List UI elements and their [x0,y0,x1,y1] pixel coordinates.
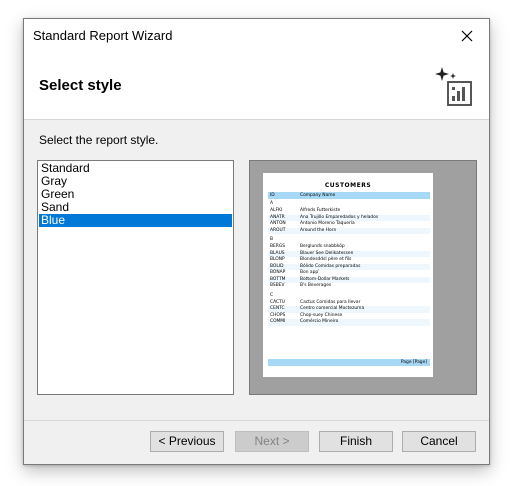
report-cell-name: Around the Horn [300,227,337,233]
window-title: Standard Report Wizard [33,28,173,43]
style-preview: CUSTOMERS ID Company Name A ALFKI Alfreds … [249,160,477,395]
cancel-button[interactable]: Cancel [402,431,476,452]
report-group-row: A [268,201,430,208]
report-wizard-icon [435,67,472,106]
column-name-header: Company Name [300,193,336,198]
style-item-blue[interactable]: Blue [39,214,232,227]
close-icon [461,30,473,42]
close-button[interactable] [445,19,489,53]
page-title: Select style [39,77,122,94]
previous-button[interactable]: < Previous [150,431,224,452]
wizard-dialog: Standard Report Wizard Select style Sele… [23,18,490,465]
report-cell-id: A [270,201,274,206]
report-preview-page: CUSTOMERS ID Company Name A ALFKI Alfreds … [263,173,433,377]
page-number-footer: Page [Page] [400,360,427,365]
report-column-header: ID Company Name [268,192,430,199]
report-data-row: BSBEV B's Beverages [268,283,430,290]
report-data-row: COMMI Comércio Mineiro [268,319,430,326]
report-group-row: C [268,293,430,300]
style-listbox[interactable]: Standard Gray Green Sand Blue [37,160,234,395]
report-cell-id: COMMI [270,319,286,324]
report-cell-id: B [270,237,274,242]
footer-divider [24,420,489,421]
report-group-row: B [268,237,430,244]
report-cell-id: C [270,292,274,298]
report-cell-id: BSBEV [270,283,285,288]
report-cell-name: B's Beverages [300,283,332,288]
report-title: CUSTOMERS [324,182,372,189]
instruction-text: Select the report style. [39,133,159,147]
report-footer: Page [Page] [268,359,430,366]
column-id-header: ID [270,193,275,198]
style-item-standard[interactable]: Standard [39,162,232,175]
report-cell-id: AROUT [270,227,286,233]
report-data-row: AROUT Around the Horn [268,227,430,234]
report-rows: A ALFKI Alfreds Futterkiste ANATR Ana Trujil… [268,201,430,326]
next-button[interactable]: Next > [235,431,309,452]
wizard-header: Select style [24,53,489,120]
finish-button[interactable]: Finish [319,431,393,452]
title-bar: Standard Report Wizard [24,19,489,53]
report-cell-name: Comércio Mineiro [300,319,339,324]
style-item-sand[interactable]: Sand [39,201,232,214]
